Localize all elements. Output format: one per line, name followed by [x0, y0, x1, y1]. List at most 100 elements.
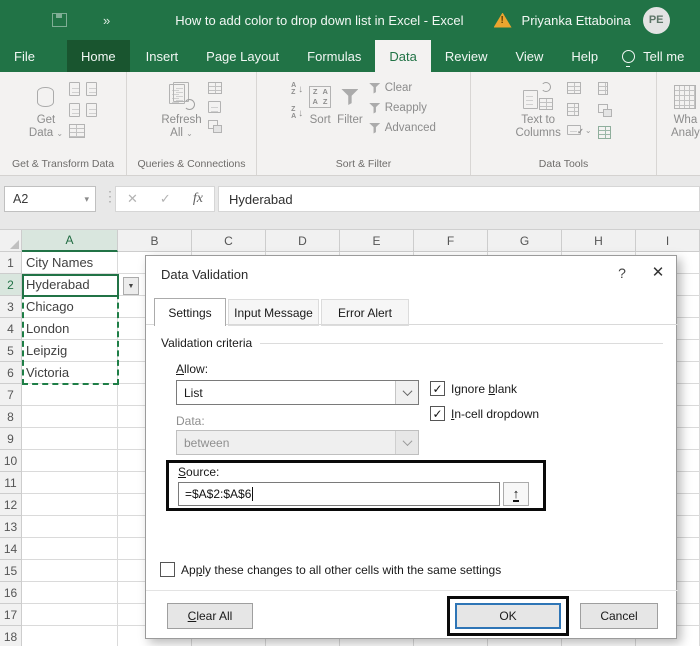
- row-header-13[interactable]: 13: [0, 516, 22, 538]
- get-data-button[interactable]: Get Data ⌄: [29, 80, 63, 140]
- relationships-icon[interactable]: [598, 104, 612, 117]
- row-header-1[interactable]: 1: [0, 252, 22, 274]
- row-header-9[interactable]: 9: [0, 428, 22, 450]
- refresh-all-button[interactable]: Refresh All ⌄: [161, 80, 201, 140]
- apply-checkbox[interactable]: [160, 562, 175, 577]
- row-header-10[interactable]: 10: [0, 450, 22, 472]
- from-table-icon[interactable]: [69, 124, 85, 138]
- cancel-button[interactable]: Cancel: [580, 603, 658, 629]
- ignore-blank-checkbox[interactable]: ✓: [430, 381, 445, 396]
- quick-access-chevrons-icon[interactable]: »: [103, 13, 109, 28]
- name-box-caret-icon[interactable]: ▾: [84, 194, 89, 205]
- dialog-help-button[interactable]: ?: [612, 265, 632, 281]
- cell-A10[interactable]: [22, 450, 118, 472]
- cell-A17[interactable]: [22, 604, 118, 626]
- manage-data-model-icon[interactable]: [598, 126, 611, 139]
- column-header-F[interactable]: F: [414, 230, 488, 252]
- cell-A4[interactable]: London: [22, 318, 118, 340]
- cell-A1[interactable]: City Names: [22, 252, 118, 274]
- data-validation-button[interactable]: ✓ ⌄: [567, 125, 592, 135]
- text-to-columns-button[interactable]: Text to Columns: [515, 80, 560, 140]
- cell-A2[interactable]: Hyderabad: [22, 274, 118, 296]
- sort-ascending-icon[interactable]: AZ↓: [291, 82, 303, 96]
- cell-A11[interactable]: [22, 472, 118, 494]
- sort-descending-icon[interactable]: ZA↓: [291, 106, 303, 120]
- name-box[interactable]: A2 ▾: [4, 186, 96, 212]
- source-input[interactable]: =$A$2:$A$6: [178, 482, 500, 506]
- cell-A15[interactable]: [22, 560, 118, 582]
- cell-A14[interactable]: [22, 538, 118, 560]
- tab-file[interactable]: File: [0, 40, 49, 72]
- tab-view[interactable]: View: [501, 40, 557, 72]
- tab-data[interactable]: Data: [375, 40, 430, 72]
- advanced-filter-button[interactable]: Advanced: [369, 122, 436, 134]
- row-header-5[interactable]: 5: [0, 340, 22, 362]
- cell-A9[interactable]: [22, 428, 118, 450]
- tab-home[interactable]: Home: [67, 40, 130, 72]
- tab-insert[interactable]: Insert: [132, 40, 193, 72]
- column-header-H[interactable]: H: [562, 230, 636, 252]
- column-header-B[interactable]: B: [118, 230, 192, 252]
- allow-dropdown-button[interactable]: [395, 381, 418, 404]
- row-header-3[interactable]: 3: [0, 296, 22, 318]
- column-header-G[interactable]: G: [488, 230, 562, 252]
- tab-tell-me[interactable]: Tell me: [637, 40, 698, 72]
- row-header-11[interactable]: 11: [0, 472, 22, 494]
- range-picker-button[interactable]: ↑: [503, 482, 529, 506]
- queries-connections-icon[interactable]: [208, 82, 222, 94]
- reapply-button[interactable]: Reapply: [369, 102, 436, 114]
- apply-checkbox-row[interactable]: Apply these changes to all other cells w…: [160, 562, 501, 577]
- tab-input-message[interactable]: Input Message: [228, 299, 319, 326]
- row-header-12[interactable]: 12: [0, 494, 22, 516]
- ok-button[interactable]: OK: [455, 603, 561, 629]
- edit-links-icon[interactable]: [208, 120, 222, 133]
- cell-A3[interactable]: Chicago: [22, 296, 118, 318]
- row-header-6[interactable]: 6: [0, 362, 22, 384]
- tab-page-layout[interactable]: Page Layout: [192, 40, 293, 72]
- tab-formulas[interactable]: Formulas: [293, 40, 375, 72]
- tab-settings[interactable]: Settings: [154, 298, 226, 326]
- flash-fill-icon[interactable]: [567, 82, 581, 94]
- cell-A8[interactable]: [22, 406, 118, 428]
- row-header-16[interactable]: 16: [0, 582, 22, 604]
- row-header-17[interactable]: 17: [0, 604, 22, 626]
- cell-A5[interactable]: Leipzig: [22, 340, 118, 362]
- row-header-4[interactable]: 4: [0, 318, 22, 340]
- enter-formula-icon[interactable]: ✓: [160, 191, 171, 207]
- cell-A6[interactable]: Victoria: [22, 362, 118, 384]
- tab-review[interactable]: Review: [431, 40, 502, 72]
- insert-function-icon[interactable]: fx: [193, 191, 203, 207]
- allow-combobox[interactable]: List: [176, 380, 419, 405]
- cell-A16[interactable]: [22, 582, 118, 604]
- tab-error-alert[interactable]: Error Alert: [321, 299, 409, 326]
- row-header-8[interactable]: 8: [0, 406, 22, 428]
- row-header-2[interactable]: 2: [0, 274, 22, 296]
- what-if-analysis-button[interactable]: Wha Analy: [671, 80, 700, 140]
- column-header-I[interactable]: I: [636, 230, 700, 252]
- cell-A7[interactable]: [22, 384, 118, 406]
- formula-input[interactable]: Hyderabad: [218, 186, 700, 212]
- row-header-15[interactable]: 15: [0, 560, 22, 582]
- save-icon[interactable]: [52, 13, 67, 27]
- consolidate-icon[interactable]: [598, 82, 608, 95]
- account-user-name[interactable]: Priyanka Ettaboina: [522, 13, 631, 28]
- cell-A18[interactable]: [22, 626, 118, 646]
- cell-A13[interactable]: [22, 516, 118, 538]
- ignore-blank-checkbox-row[interactable]: ✓ Ignore blank: [430, 381, 517, 396]
- select-all-corner[interactable]: [0, 230, 22, 252]
- column-header-E[interactable]: E: [340, 230, 414, 252]
- avatar[interactable]: PE: [643, 7, 670, 34]
- row-header-18[interactable]: 18: [0, 626, 22, 646]
- filter-button[interactable]: Filter: [337, 80, 363, 127]
- column-header-C[interactable]: C: [192, 230, 266, 252]
- from-text-icon[interactable]: [69, 82, 80, 96]
- sort-button[interactable]: ZAAZ Sort: [309, 80, 331, 127]
- clear-filter-button[interactable]: Clear: [369, 82, 436, 94]
- incell-dropdown-checkbox-row[interactable]: ✓ In-cell dropdown: [430, 406, 539, 421]
- in-cell-dropdown-button[interactable]: ▼: [123, 277, 139, 295]
- clear-all-button[interactable]: Clear All: [167, 603, 253, 629]
- row-header-7[interactable]: 7: [0, 384, 22, 406]
- remove-duplicates-icon[interactable]: [567, 103, 579, 116]
- recent-sources-icon[interactable]: [86, 82, 97, 96]
- cancel-formula-icon[interactable]: ✕: [127, 191, 138, 207]
